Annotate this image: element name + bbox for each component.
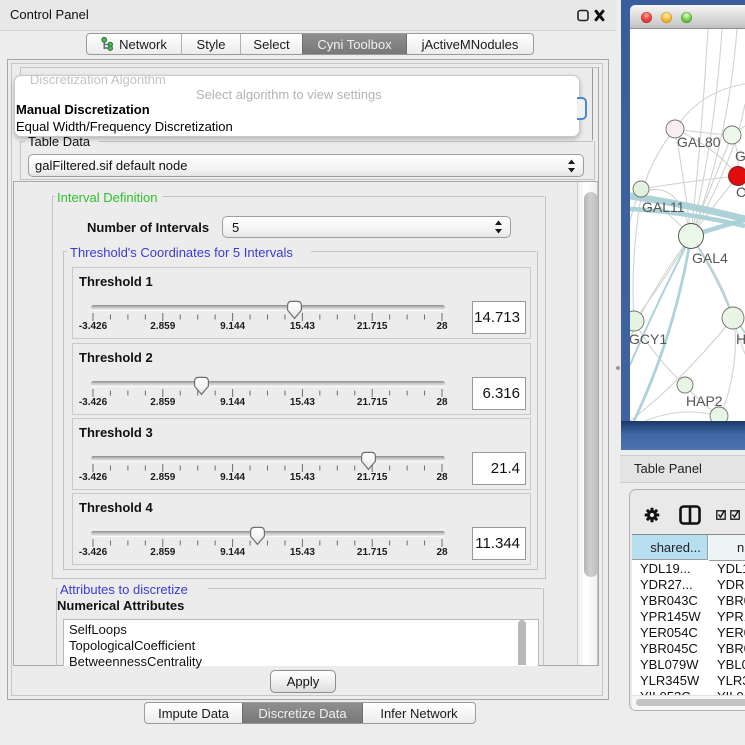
svg-text:GCY1: GCY1 xyxy=(630,331,667,347)
svg-text:GAL11: GAL11 xyxy=(642,199,685,215)
svg-text:GAL4: GAL4 xyxy=(692,250,728,266)
svg-text:H: H xyxy=(736,331,745,347)
svg-text:GAL80: GAL80 xyxy=(677,134,721,150)
svg-text:GA: GA xyxy=(735,148,745,164)
svg-text:HAP2: HAP2 xyxy=(686,393,723,409)
svg-text:C: C xyxy=(736,184,745,200)
